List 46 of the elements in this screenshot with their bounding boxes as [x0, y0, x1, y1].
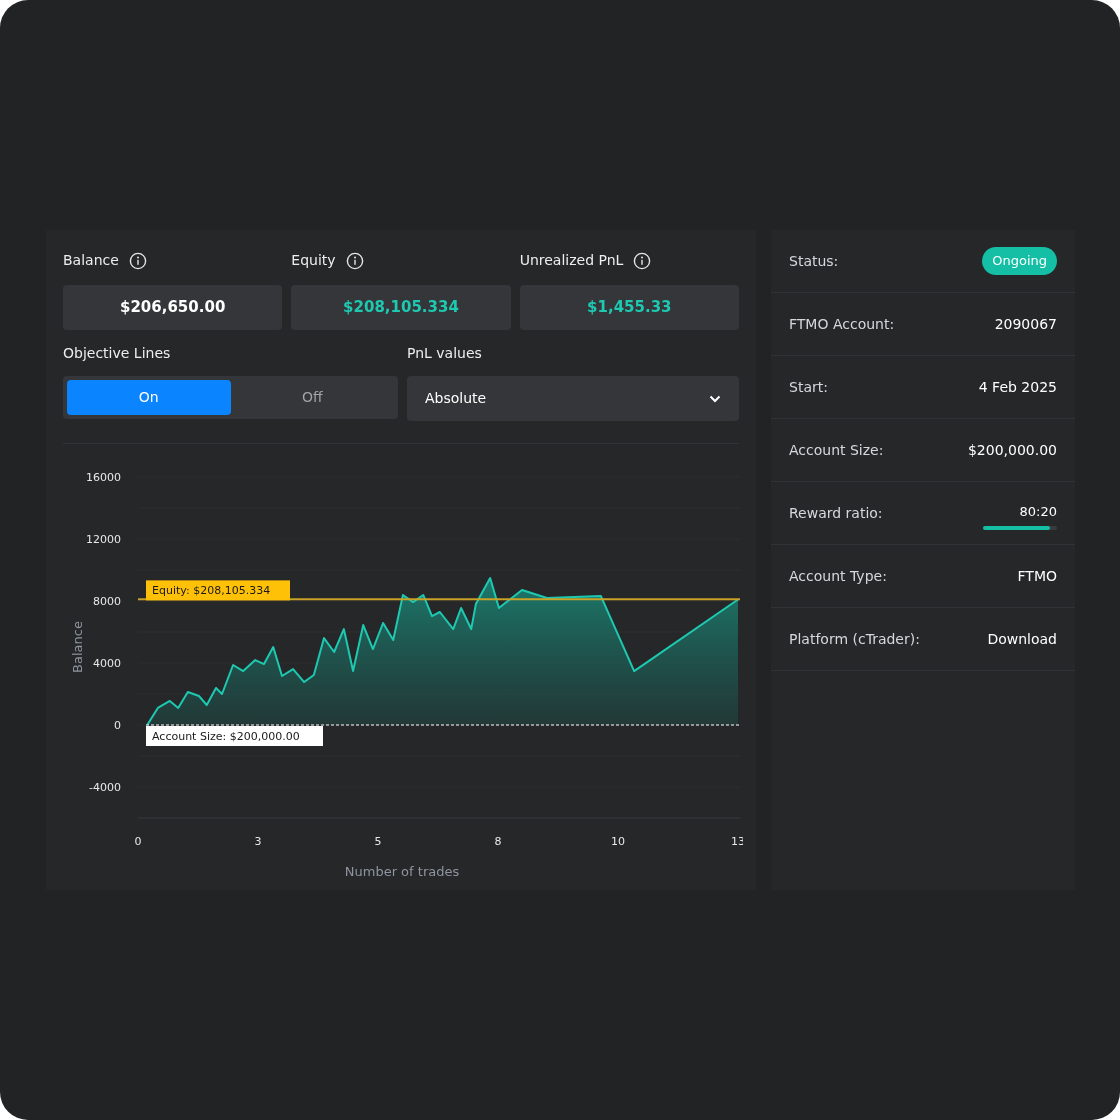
reference-line-label: Account Size: $200,000.00 [146, 726, 323, 746]
toggle-option[interactable]: On [67, 380, 231, 415]
x-tick-label: 8 [494, 835, 502, 848]
detail-label: Account Type: [789, 566, 887, 586]
toggle-option[interactable]: Off [230, 380, 394, 415]
info-icon[interactable] [345, 251, 364, 270]
detail-value: 2090067 [994, 314, 1057, 334]
x-tick-label: 3 [254, 835, 262, 848]
dropdown-label: PnL values [407, 344, 483, 363]
stat-label: Balance [63, 251, 119, 270]
y-tick-label: 4000 [93, 657, 121, 670]
x-axis-title: Number of trades [344, 864, 460, 879]
status-badge: Ongoing [982, 247, 1057, 275]
detail-value: $200,000.00 [967, 440, 1057, 460]
annotation: Equity: $208,105.334 [152, 584, 271, 598]
stat-value: $208,105.334 [291, 285, 511, 330]
y-tick-label: 0 [114, 719, 121, 732]
y-tick-label: 16000 [86, 471, 121, 484]
x-tick-label: 5 [374, 835, 382, 848]
detail-label: Platform (cTrader): [789, 629, 920, 649]
x-tick-label: 0 [134, 835, 142, 848]
stat-label: Unrealized PnL [519, 251, 624, 270]
pnl-dropdown[interactable]: Absolute [407, 376, 739, 421]
stat-value: $1,455.33 [519, 285, 739, 330]
info-icon[interactable] [633, 251, 652, 270]
detail-value: Download [987, 629, 1057, 649]
reference-line-label: Equity: $208,105.334 [146, 580, 290, 601]
annotation: Account Size: $200,000.00 [152, 730, 300, 743]
detail-value: 80:20 [1019, 502, 1057, 521]
detail-label: Start: [789, 377, 828, 397]
detail-label: Account Size: [789, 440, 884, 460]
detail-value: 4 Feb 2025 [978, 377, 1057, 397]
stat-label: Equity [291, 251, 336, 270]
y-tick-label: 12000 [86, 533, 121, 546]
detail-label: Reward ratio: [789, 503, 883, 523]
y-tick-label: 8000 [93, 595, 121, 608]
toggle-label: Objective Lines [63, 344, 172, 363]
info-icon[interactable] [128, 251, 147, 270]
detail-label: Status: [789, 251, 839, 271]
y-axis-title: Balance [70, 621, 85, 673]
detail-value: FTMO [1017, 566, 1057, 586]
x-tick-label: 10 [611, 835, 625, 848]
chevron-down-icon [709, 394, 721, 403]
stat-value: $206,650.00 [63, 285, 283, 330]
y-tick-label: -4000 [89, 781, 121, 794]
detail-label: FTMO Account: [789, 314, 895, 334]
